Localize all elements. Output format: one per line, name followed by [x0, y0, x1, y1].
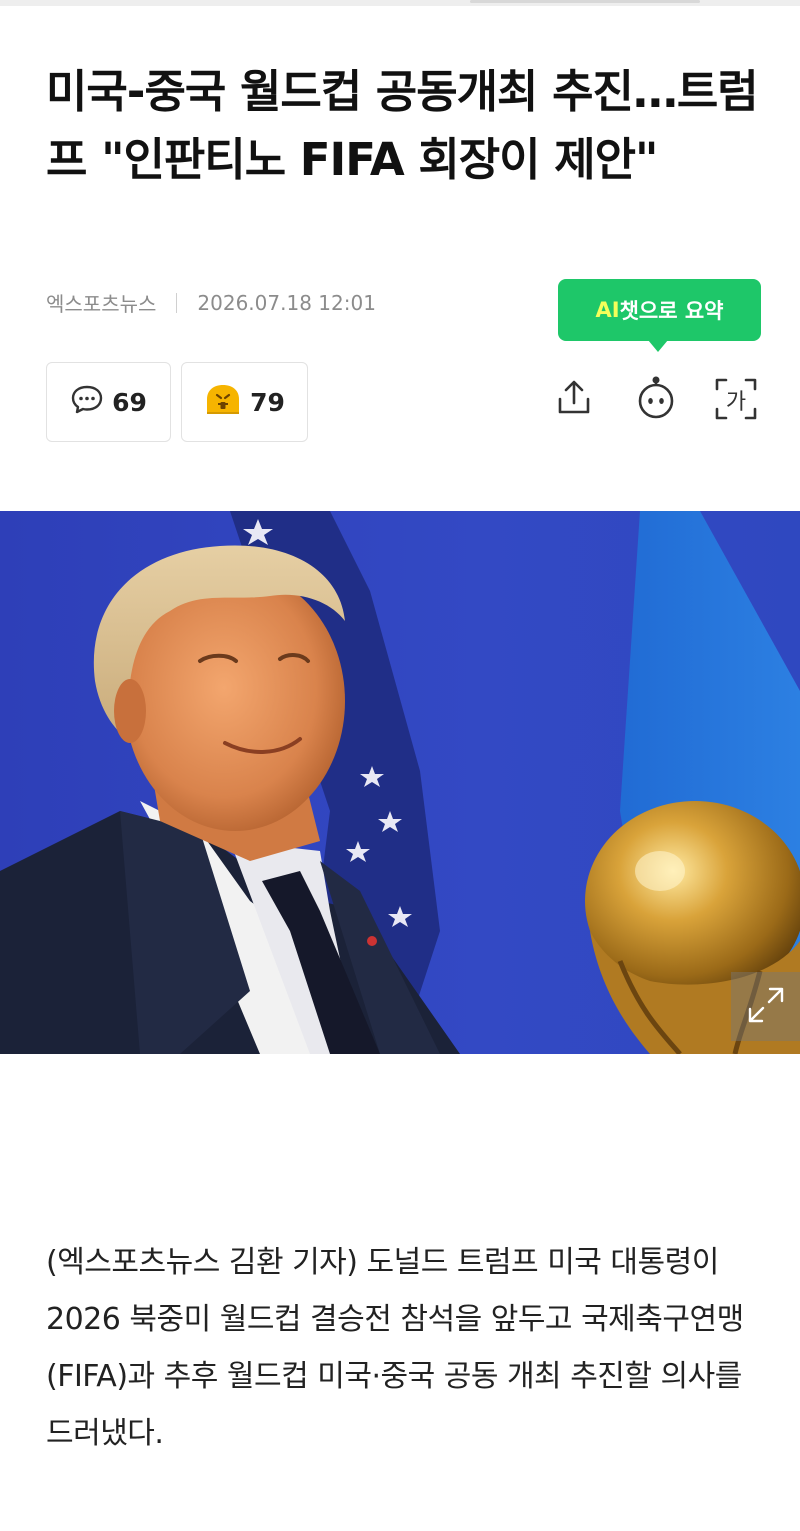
expand-icon — [746, 985, 786, 1029]
comment-bubble-icon — [70, 384, 104, 420]
font-size-icon: 가 — [713, 376, 759, 422]
ai-chat-summary-button[interactable]: AI 챗으로 요약 — [558, 279, 761, 341]
chatbot-icon — [633, 374, 679, 424]
article-timestamp: 2026.07.18 12:01 — [197, 290, 376, 315]
reaction-button[interactable]: 79 — [181, 362, 308, 442]
status-strip — [0, 0, 800, 6]
reaction-count: 79 — [250, 387, 285, 417]
font-size-button[interactable]: 가 — [711, 373, 761, 425]
article-meta: 엑스포츠뉴스 2026.07.18 12:01 — [46, 288, 376, 317]
ai-summary-label: 챗으로 요약 — [619, 299, 724, 323]
share-button[interactable] — [549, 373, 599, 425]
font-size-label: 가 — [725, 390, 747, 415]
comments-count: 69 — [112, 387, 147, 417]
meta-divider — [176, 292, 178, 313]
expand-image-button[interactable] — [731, 972, 800, 1041]
angry-face-icon — [204, 382, 242, 422]
article-source[interactable]: 엑스포츠뉴스 — [46, 288, 156, 317]
comments-button[interactable]: 69 — [46, 362, 171, 442]
chatbot-button[interactable] — [631, 373, 681, 425]
article-headline: 미국-중국 월드컵 공동개최 추진…트럼프 "인판티노 FIFA 회장이 제안" — [46, 65, 759, 186]
article-body: (엑스포츠뉴스 김환 기자) 도널드 트럼프 미국 대통령이 2026 북중미 … — [46, 1245, 744, 1451]
ai-tooltip-tail — [648, 340, 668, 352]
ai-label: AI — [595, 298, 620, 322]
article-photo[interactable] — [0, 511, 800, 1054]
share-icon — [554, 377, 594, 421]
scroll-handle — [470, 0, 700, 3]
